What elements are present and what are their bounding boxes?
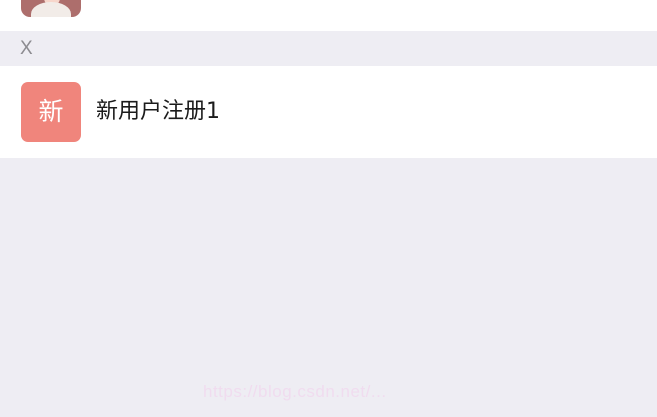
- avatar-shoulders-shape: [31, 2, 71, 17]
- section-header-x: X: [0, 31, 657, 66]
- section-index-letter: X: [20, 38, 33, 59]
- person-avatar-icon: [21, 0, 81, 17]
- contact-name: 新用户注册1: [96, 99, 220, 124]
- contact-row-previous[interactable]: [0, 0, 657, 31]
- watermark: https://blog.csdn.net/...: [203, 382, 387, 401]
- contact-avatar: 新: [21, 82, 81, 142]
- contact-row-new-user[interactable]: 新 新用户注册1: [0, 66, 657, 158]
